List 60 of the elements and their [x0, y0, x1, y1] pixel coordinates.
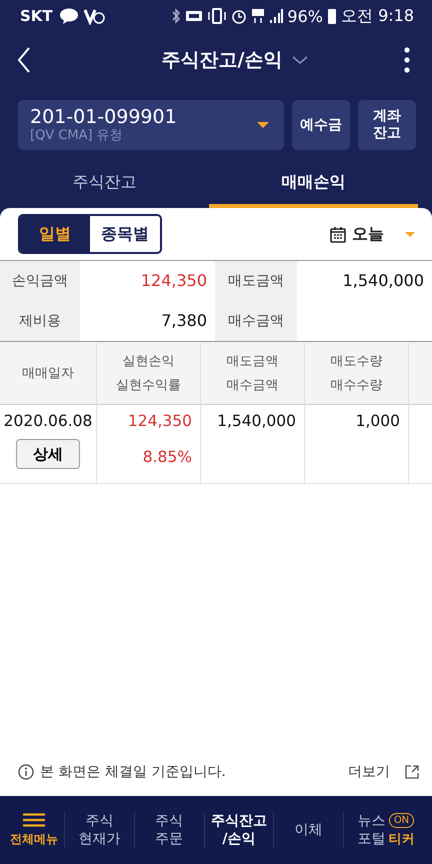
battery-icon	[326, 7, 337, 25]
info-icon	[18, 764, 34, 780]
account-number: 201-01-099901	[30, 106, 177, 128]
view-toggle[interactable]: 일별	[20, 216, 90, 252]
carrier-label: SKT	[20, 7, 53, 25]
screen-title: 주식잔고/손익	[162, 48, 282, 73]
nav-item[interactable]: 주식잔고 /손익	[210, 812, 267, 848]
column-header: 실현손익	[122, 353, 174, 370]
tab[interactable]: 주식잔고	[0, 160, 209, 208]
account-name: [QV CMA] 유청	[30, 128, 124, 144]
table-cell: 124,350	[128, 411, 192, 431]
column-header: 매수금액	[226, 377, 278, 394]
v-badge-icon	[82, 7, 105, 25]
column-header: 매도수량	[330, 353, 382, 370]
nav-item[interactable]: 주식 주문	[155, 812, 184, 848]
toggle-badge[interactable]: ON	[388, 812, 414, 828]
more-link[interactable]: 더보기	[348, 763, 390, 781]
alarm-icon	[231, 8, 248, 24]
nav-item[interactable]: 주식 현재가	[78, 812, 120, 848]
account-button[interactable]: 예수금	[292, 100, 350, 150]
menu-icon[interactable]	[23, 812, 45, 826]
lte-icon	[251, 8, 266, 24]
summary-label: 매수금액	[215, 301, 297, 341]
column-header: 매수수량	[330, 377, 382, 394]
column-header: 실현수익률	[116, 377, 181, 394]
table-cell: 1,540,000	[217, 411, 296, 431]
summary-value: 1,540,000	[342, 271, 424, 290]
summary-label: 매도금액	[215, 261, 297, 301]
caret-icon	[256, 121, 270, 129]
column-header: 매매일자	[22, 365, 74, 382]
signal-icon	[269, 8, 284, 24]
bluetooth-icon	[171, 8, 182, 24]
calendar-icon	[330, 226, 346, 242]
caret-icon	[404, 230, 416, 238]
summary-value: 7,380	[161, 311, 207, 330]
summary-label: 손익금액	[0, 261, 80, 301]
table-cell: 8.85%	[142, 447, 192, 467]
nav-item[interactable]: 전체메뉴	[10, 830, 58, 848]
chat-bubble-icon	[58, 8, 79, 24]
account-button[interactable]: 계좌 잔고	[358, 100, 416, 150]
table-cell: 1,000	[356, 411, 400, 431]
battery-percent: 96%	[287, 6, 323, 26]
clock: 오전 9:18	[340, 6, 414, 26]
external-link-icon	[404, 764, 420, 780]
account-selector[interactable]: 201-01-099901 [QV CMA] 유청	[18, 100, 284, 150]
period-dropdown[interactable]: 오늘	[352, 224, 384, 244]
detail-button[interactable]: 상세	[16, 439, 80, 469]
nav-item[interactable]: 이체	[294, 821, 323, 839]
summary-value: 124,350	[140, 271, 207, 290]
vibrate-icon	[207, 8, 228, 24]
column-header: 매도금액	[226, 353, 278, 370]
nfc-icon	[185, 9, 204, 23]
ticker-label[interactable]: 티커	[388, 830, 414, 848]
table-cell: 2020.06.08	[4, 411, 92, 431]
back-icon[interactable]	[16, 46, 32, 74]
more-icon[interactable]	[404, 47, 410, 73]
chevron-down-icon[interactable]	[292, 55, 308, 65]
nav-item[interactable]: 뉴스 포털	[358, 812, 386, 848]
info-note: 본 화면은 체결일 기준입니다.	[40, 763, 226, 781]
summary-label: 제비용	[0, 301, 80, 341]
